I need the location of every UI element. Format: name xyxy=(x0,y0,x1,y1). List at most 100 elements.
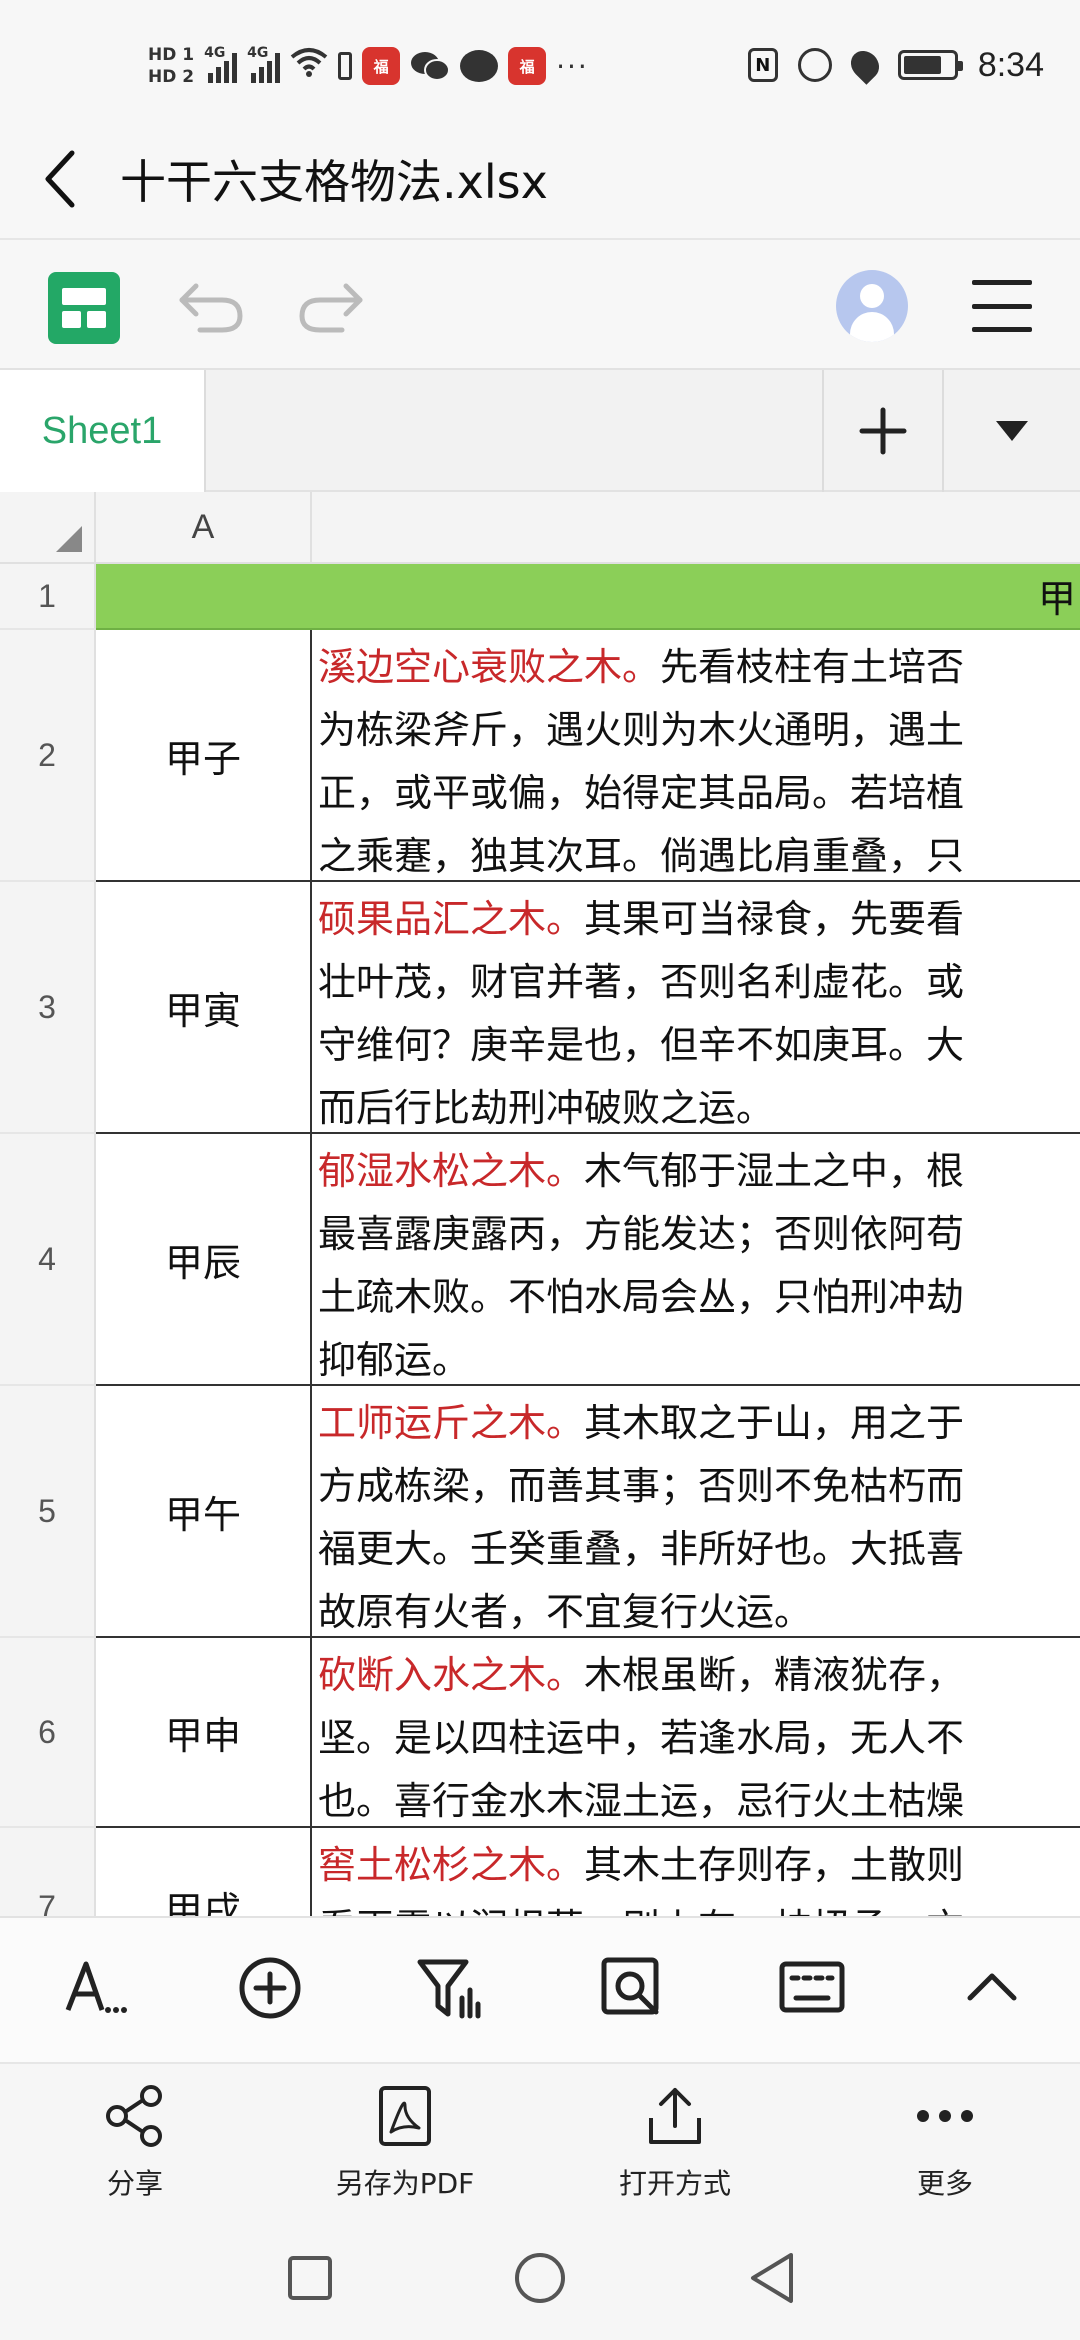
cell-body-text: 其木土存则存，土散则 xyxy=(584,1843,965,1887)
undo-icon[interactable] xyxy=(176,276,246,336)
cell-b[interactable]: 窖土松杉之木。其木土存则存，土散则看再露以润根茎，则上有，枝扭承，亦 xyxy=(312,1828,1080,1916)
row-header[interactable]: 3 xyxy=(0,882,96,1134)
insert-icon xyxy=(239,1957,301,2019)
cell-text-line: 正，或平或偏，始得定其品局。若培植 xyxy=(318,771,965,815)
location-icon xyxy=(845,45,885,85)
keyboard-button[interactable] xyxy=(772,1948,852,2028)
cell-a[interactable]: 甲申 xyxy=(96,1638,312,1828)
row-header[interactable]: 1 xyxy=(0,564,96,630)
row-header[interactable]: 2 xyxy=(0,630,96,882)
cell-body-text: 木根虽断，精液犹存， xyxy=(584,1653,965,1697)
row-header[interactable]: 4 xyxy=(0,1134,96,1386)
cell-text-line: 抑郁运。 xyxy=(318,1338,471,1382)
wechat-icon xyxy=(411,52,451,81)
triangle-back-icon xyxy=(751,2253,793,2303)
share-bar: 分享 另存为PDF 打开方式 更多 xyxy=(0,2062,1080,2218)
cell-a[interactable]: 甲子 xyxy=(96,630,312,882)
insert-button[interactable] xyxy=(230,1948,310,2028)
save-pdf-button[interactable]: 另存为PDF xyxy=(305,2084,505,2214)
menu-icon[interactable] xyxy=(972,276,1032,336)
row-header[interactable]: 5 xyxy=(0,1386,96,1638)
cell-text-line: 工师运斤之木。其木取之于山，用之于 xyxy=(318,1392,1080,1455)
more-dots-icon xyxy=(917,2110,973,2122)
cell-text-line: 而后行比劫刑冲破败之运。 xyxy=(318,1086,775,1130)
row-header[interactable]: 7 xyxy=(0,1828,96,1916)
cell-highlight-text: 窖土松杉之木。 xyxy=(318,1843,585,1887)
network-type-1: 4G xyxy=(204,45,226,61)
cell-b[interactable]: 砍断入水之木。木根虽断，精液犹存， 坚。是以四柱运中，若逢水局，无人不 也。喜行金水… xyxy=(312,1638,1080,1828)
find-icon xyxy=(601,1957,659,2015)
open-with-button[interactable]: 打开方式 xyxy=(575,2084,775,2214)
select-all-corner[interactable] xyxy=(0,492,96,564)
square-icon xyxy=(288,2256,332,2300)
header-cell[interactable]: 甲 xyxy=(96,564,1080,630)
function-toolbar xyxy=(0,1916,1080,2062)
filter-button[interactable] xyxy=(410,1948,490,2028)
sheets-logo-icon[interactable] xyxy=(48,272,120,344)
share-button[interactable]: 分享 xyxy=(35,2084,235,2214)
save-pdf-label: 另存为PDF xyxy=(335,2167,475,2200)
cell-text-line: 之乘蹇，独其次耳。倘遇比肩重叠，只 xyxy=(318,834,965,878)
cell-highlight-text: 硕果品汇之木。 xyxy=(318,897,585,941)
app-notification-icon: 福 xyxy=(508,47,547,85)
back-nav-button[interactable] xyxy=(742,2248,802,2308)
font-format-icon xyxy=(65,1961,127,2013)
cell-body-text: 木气郁于湿土之中，根 xyxy=(584,1149,965,1193)
cell-text-line: 方成栋梁，而善其事；否则不免枯朽而 xyxy=(318,1464,965,1508)
sheet-list-button[interactable] xyxy=(942,370,1080,492)
sheet-tab-bar: Sheet1 xyxy=(0,368,1080,492)
cell-b[interactable]: 硕果品汇之木。其果可当禄食，先要看 壮叶茂，财官并著，否则名利虚花。或 守维何？庚辛… xyxy=(312,882,1080,1134)
pdf-icon xyxy=(379,2086,431,2146)
find-button[interactable] xyxy=(592,1948,672,2028)
row-header[interactable]: 6 xyxy=(0,1638,96,1828)
cell-text-line: 看再露以润根茎，则上有，枝扭承，亦 xyxy=(318,1897,1080,1916)
hd1-label: HD 1 xyxy=(148,45,195,65)
cell-text-line: 坚。是以四柱运中，若逢水局，无人不 xyxy=(318,1716,965,1760)
network-type-2: 4G xyxy=(247,45,269,61)
cell-text-line: 最喜露庚露丙，方能发达；否则依阿苟 xyxy=(318,1212,965,1256)
hd2-label: HD 2 xyxy=(148,67,195,87)
font-format-button[interactable] xyxy=(56,1948,136,2028)
cell-a[interactable]: 甲辰 xyxy=(96,1134,312,1386)
hd-indicator: HD 1 HD 2 xyxy=(148,44,194,88)
cell-text-line: 为栋梁斧斤，遇火则为木火通明，遇土 xyxy=(318,708,965,752)
file-title: 十干六支格物法.xlsx xyxy=(120,155,548,209)
cell-text-line: 窖土松杉之木。其木土存则存，土散则 xyxy=(318,1834,1080,1897)
add-sheet-button[interactable] xyxy=(822,370,942,492)
cell-highlight-text: 砍断入水之木。 xyxy=(318,1653,585,1697)
avatar[interactable] xyxy=(836,270,908,342)
cell-a[interactable]: 甲午 xyxy=(96,1386,312,1638)
tab-sheet1[interactable]: Sheet1 xyxy=(0,370,206,492)
cell-text-line: 硕果品汇之木。其果可当禄食，先要看 xyxy=(318,888,1080,951)
filter-icon xyxy=(417,1959,481,2019)
more-label: 更多 xyxy=(916,2167,973,2200)
open-with-label: 打开方式 xyxy=(618,2167,731,2200)
cell-text-line: 守维何？庚辛是也，但辛不如庚耳。大 xyxy=(318,1023,965,1067)
cell-text-line: 也。喜行金水木湿土运，忌行火土枯燥 xyxy=(318,1779,965,1823)
cell-b[interactable]: 溪边空心衰败之木。先看枝柱有土培否 为栋梁斧斤，遇火则为木火通明，遇土 正，或平或偏… xyxy=(312,630,1080,882)
cell-a[interactable]: 甲寅 xyxy=(96,882,312,1134)
spreadsheet-grid[interactable]: A 1 甲 2 甲子 溪边空心衰败之木。先看枝柱有土培否 为栋梁斧斤，遇火则为木火通明… xyxy=(0,492,1080,1916)
upload-icon xyxy=(649,2088,701,2144)
back-button[interactable] xyxy=(0,120,120,238)
status-left: HD 1 HD 2 4G 4G 福 福 ··· xyxy=(148,36,589,96)
cell-a[interactable]: 甲戌 xyxy=(96,1828,312,1916)
cell-body-text: 其果可当禄食，先要看 xyxy=(584,897,965,941)
column-header-b[interactable] xyxy=(312,492,1080,564)
share-label: 分享 xyxy=(106,2167,163,2200)
more-button[interactable]: 更多 xyxy=(845,2084,1045,2214)
app-notification-icon: 福 xyxy=(362,47,401,85)
cell-b[interactable]: 郁湿水松之木。木气郁于湿土之中，根 最喜露庚露丙，方能发达；否则依阿苟 土疏木败。不… xyxy=(312,1134,1080,1386)
home-button[interactable] xyxy=(510,2248,570,2308)
collapse-button[interactable] xyxy=(952,1948,1032,2028)
signal-1: 4G xyxy=(204,45,238,83)
wifi-icon xyxy=(290,46,328,86)
more-notifications-icon: ··· xyxy=(556,49,589,83)
chevron-up-icon xyxy=(967,1973,1017,2001)
redo-icon[interactable] xyxy=(296,276,366,336)
alarm-icon xyxy=(797,48,832,82)
cell-b[interactable]: 工师运斤之木。其木取之于山，用之于 方成栋梁，而善其事；否则不免枯朽而 福更大。壬癸… xyxy=(312,1386,1080,1638)
cell-text-line: 郁湿水松之木。木气郁于湿土之中，根 xyxy=(318,1140,1080,1203)
recents-button[interactable] xyxy=(280,2248,340,2308)
column-header-a[interactable]: A xyxy=(96,492,312,564)
